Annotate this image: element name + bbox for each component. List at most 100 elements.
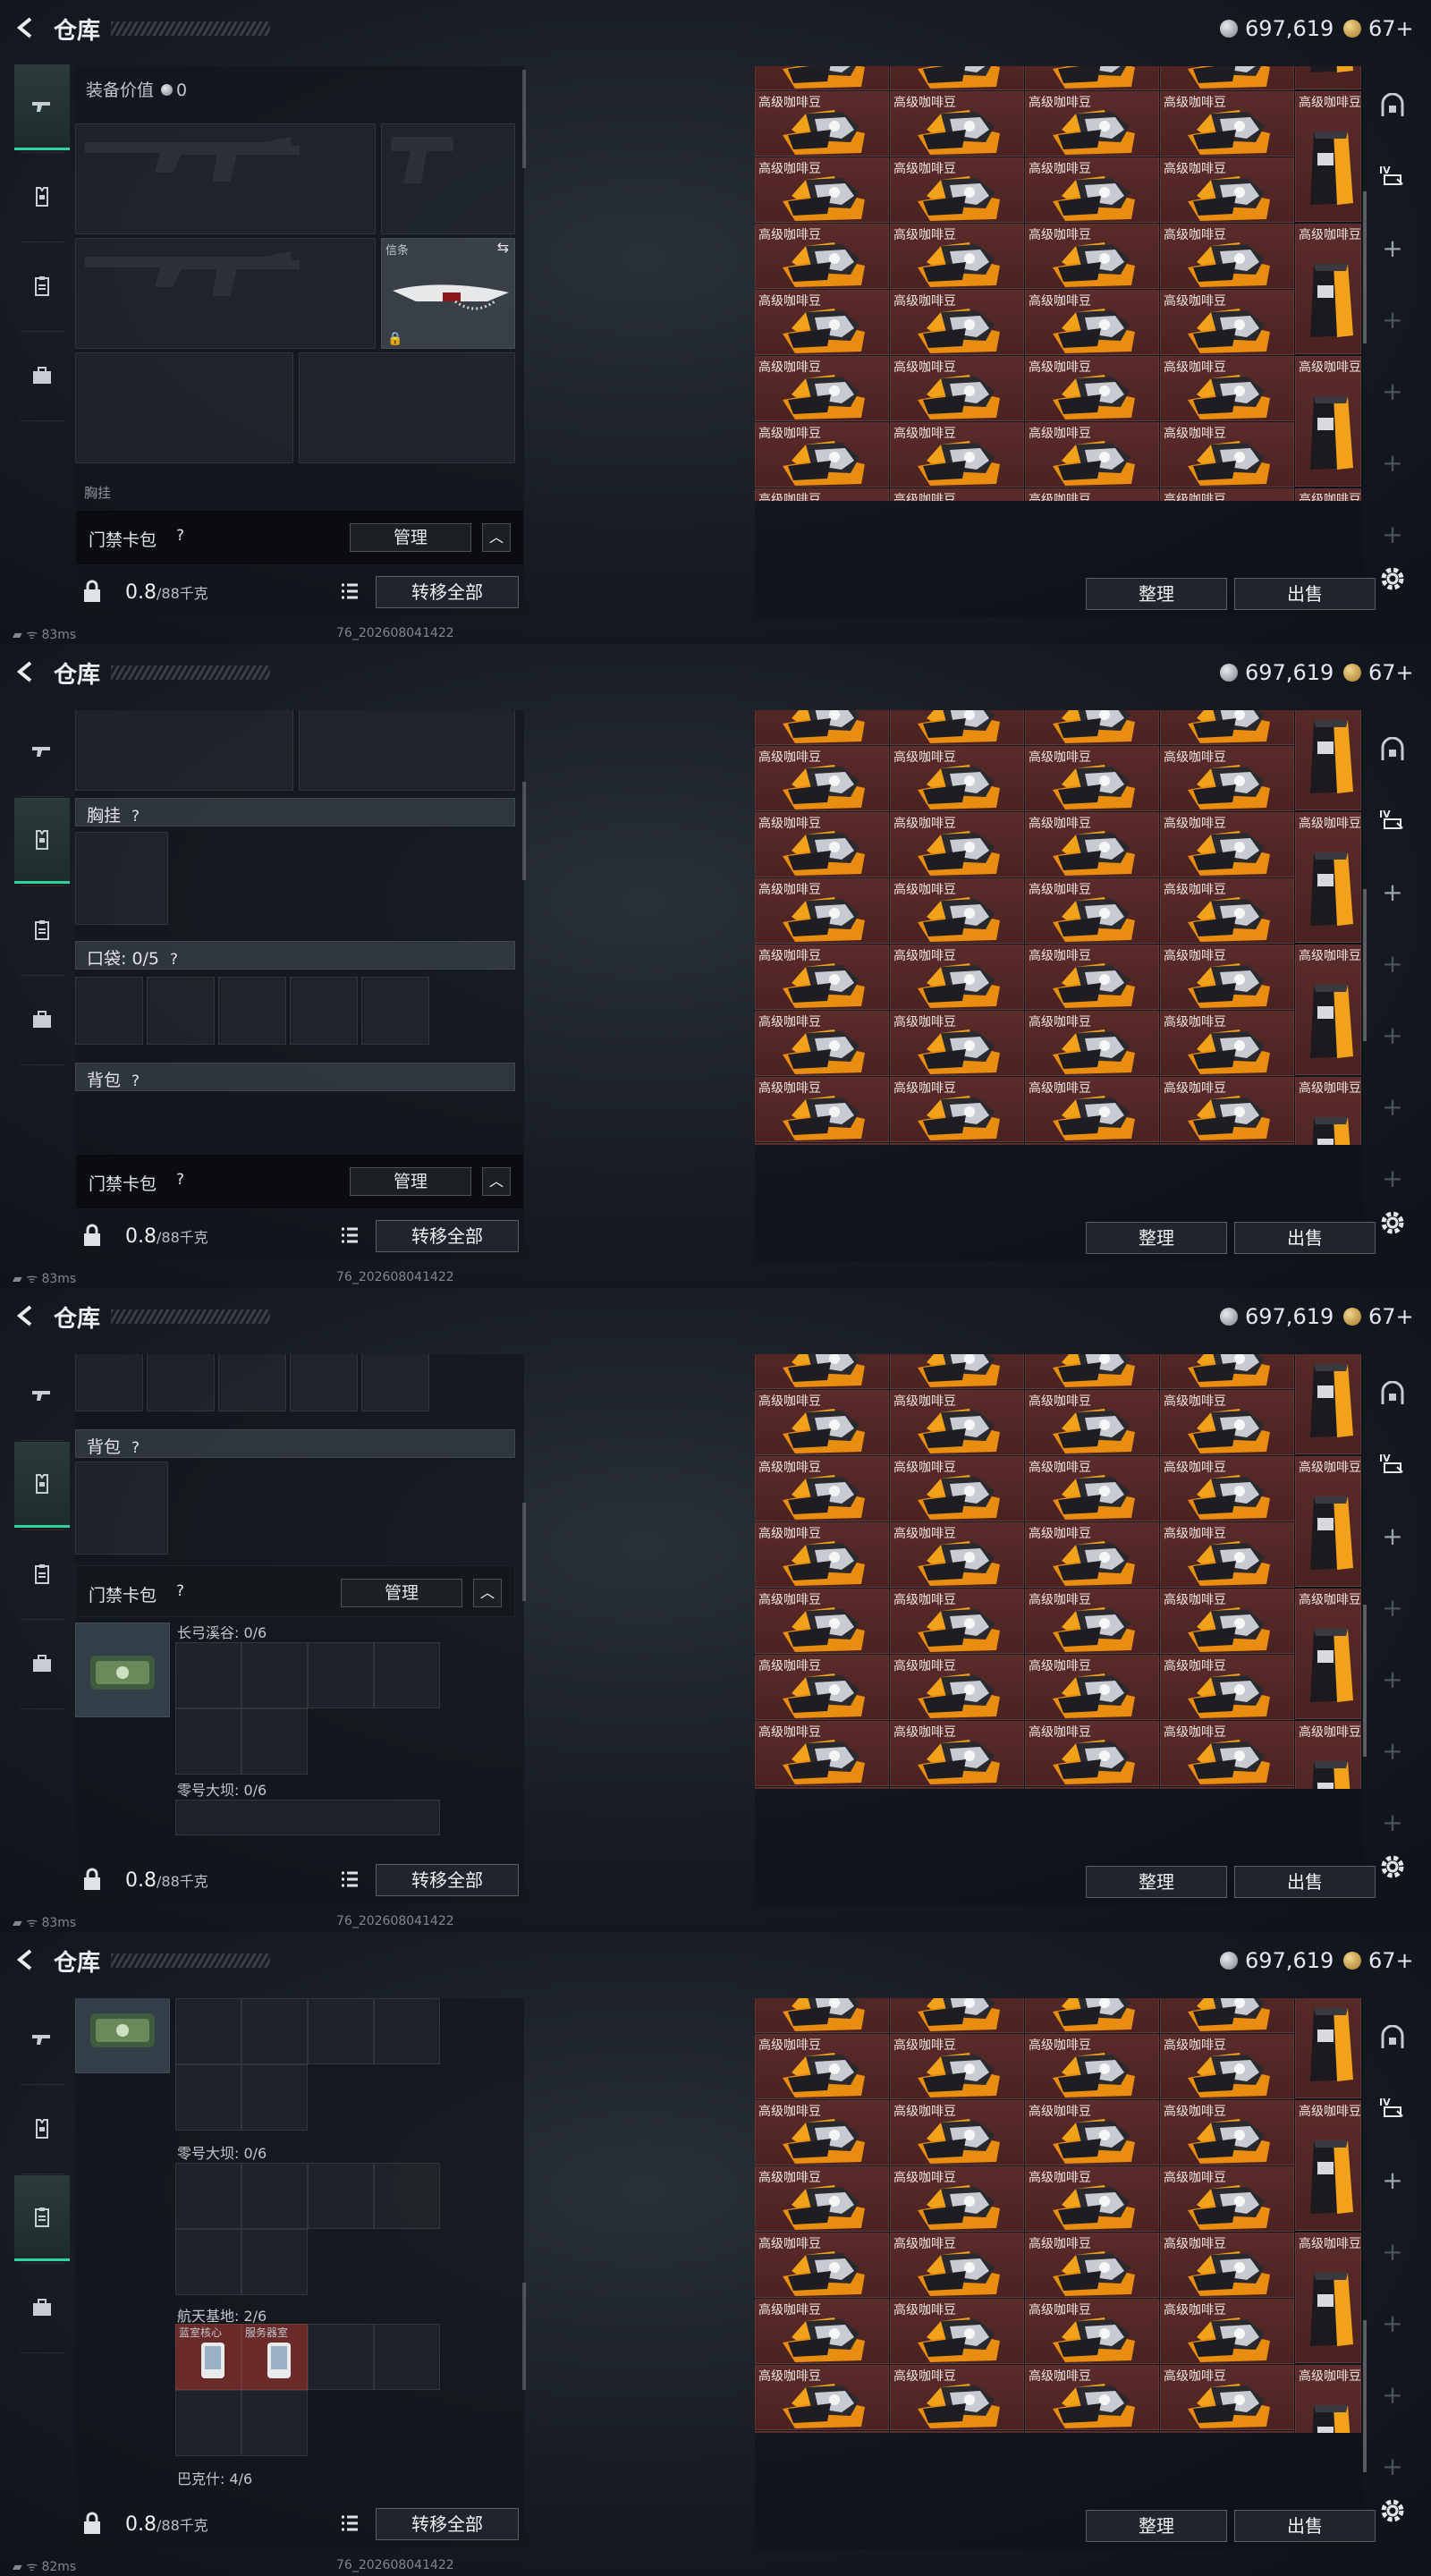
item-cell[interactable]: 高级咖啡豆 <box>1160 2233 1294 2298</box>
tab-storage-main[interactable] <box>1372 730 1413 771</box>
item-cell[interactable]: 高级咖啡豆 <box>755 1456 889 1521</box>
help-icon[interactable]: ? <box>131 808 140 826</box>
item-cell[interactable]: 高级咖啡豆 <box>1160 488 1294 501</box>
loadout-scrollbar[interactable] <box>522 70 526 168</box>
tab-armor[interactable] <box>14 1442 70 1528</box>
item-cell[interactable]: 高级咖啡豆 <box>890 1456 1024 1521</box>
sort-button[interactable]: 整理 <box>1086 1222 1227 1254</box>
item-cell[interactable]: 高级咖啡豆 <box>1160 356 1294 421</box>
item-cell[interactable]: 高级咖啡豆 <box>1160 1354 1294 1389</box>
item-cell[interactable]: 高级咖啡豆 <box>755 422 889 487</box>
transfer-all-button[interactable]: 转移全部 <box>376 576 519 608</box>
tab-storage-iv[interactable]: IV <box>1372 1444 1413 1485</box>
sort-button[interactable]: 整理 <box>1086 1866 1227 1898</box>
keycard-slot[interactable] <box>175 1998 241 2064</box>
item-cell[interactable]: 高级咖啡豆 <box>755 2166 889 2232</box>
item-cell-tall[interactable]: 高级咖啡豆 <box>1295 91 1361 222</box>
item-cell[interactable]: 高级咖啡豆 <box>755 157 889 223</box>
tab-armor[interactable] <box>14 798 70 884</box>
item-cell[interactable]: 高级咖啡豆 <box>1025 812 1159 877</box>
item-cell[interactable]: 高级咖啡豆 <box>755 1143 889 1145</box>
item-cell[interactable]: 高级咖啡豆 <box>1025 356 1159 421</box>
collapse-button[interactable]: ︿ <box>473 1579 502 1607</box>
item-cell[interactable]: 高级咖啡豆 <box>755 2233 889 2298</box>
keycard-slot[interactable] <box>374 2324 440 2390</box>
item-cell[interactable]: 高级咖啡豆 <box>755 2034 889 2099</box>
item-cell[interactable]: 高级咖啡豆 <box>1025 1390 1159 1455</box>
item-cell[interactable]: 高级咖啡豆 <box>890 91 1024 157</box>
item-cell[interactable]: 高级咖啡豆 <box>890 1998 1024 2033</box>
add-storage-button[interactable]: + <box>1372 370 1413 411</box>
item-cell-tall[interactable]: 高级咖啡豆 <box>1295 1354 1361 1454</box>
keycard-slot[interactable] <box>241 1998 308 2064</box>
add-storage-button[interactable]: + <box>1372 227 1413 268</box>
storage-scrollbar[interactable] <box>1363 889 1367 1041</box>
item-cell[interactable]: 高级咖啡豆 <box>1025 2166 1159 2232</box>
loadout-scrollbar[interactable] <box>522 782 526 880</box>
item-cell[interactable]: 高级咖啡豆 <box>890 2365 1024 2430</box>
item-cell[interactable]: 高级咖啡豆 <box>1025 1354 1159 1389</box>
add-storage-button[interactable]: + <box>1372 1157 1413 1199</box>
tab-armor[interactable] <box>14 2086 70 2172</box>
item-cell[interactable]: 高级咖啡豆 <box>890 878 1024 944</box>
item-cell[interactable]: 高级咖啡豆 <box>1160 2166 1294 2232</box>
tab-weapons[interactable] <box>14 1352 70 1438</box>
tab-case[interactable] <box>14 1621 70 1707</box>
tab-storage-main[interactable] <box>1372 86 1413 127</box>
item-cell[interactable]: 高级咖啡豆 <box>1025 1998 1159 2033</box>
tab-storage-main[interactable] <box>1372 2018 1413 2059</box>
item-cell[interactable]: 高级咖啡豆 <box>890 2166 1024 2232</box>
sell-button[interactable]: 出售 <box>1234 1222 1376 1254</box>
item-cell-tall[interactable]: 高级咖啡豆 <box>1295 1456 1361 1587</box>
sell-button[interactable]: 出售 <box>1234 578 1376 610</box>
keycard-slot[interactable] <box>175 1708 241 1775</box>
item-cell[interactable]: 高级咖啡豆 <box>890 710 1024 745</box>
keycard-case-slot[interactable] <box>75 1623 170 1717</box>
item-cell[interactable]: 高级咖啡豆 <box>755 2299 889 2364</box>
list-icon[interactable] <box>340 1869 360 1889</box>
gold-currency[interactable]: 67+ <box>1343 16 1414 41</box>
item-cell-tall[interactable]: 高级咖啡豆 <box>1295 1998 1361 2098</box>
item-cell[interactable]: 高级咖啡豆 <box>890 2100 1024 2165</box>
collapse-button[interactable]: ︿ <box>482 523 511 552</box>
item-cell[interactable]: 高级咖啡豆 <box>1160 1998 1294 2033</box>
storage-scrollbar[interactable] <box>1363 2320 1367 2472</box>
secondary-weapon-slot[interactable] <box>75 238 376 349</box>
settings-gear-icon[interactable] <box>1377 1208 1408 1238</box>
item-cell[interactable]: 高级咖啡豆 <box>1160 91 1294 157</box>
item-cell[interactable]: 高级咖啡豆 <box>1025 422 1159 487</box>
back-arrow-icon[interactable] <box>14 1948 38 1971</box>
armor-slot[interactable] <box>299 352 515 463</box>
add-storage-button[interactable]: + <box>1372 1658 1413 1699</box>
item-cell[interactable]: 高级咖啡豆 <box>890 945 1024 1010</box>
item-cell[interactable]: 高级咖啡豆 <box>1160 2034 1294 2099</box>
item-cell[interactable]: 高级咖啡豆 <box>755 710 889 745</box>
list-icon[interactable] <box>340 2513 360 2533</box>
item-cell[interactable]: 高级咖啡豆 <box>890 356 1024 421</box>
item-cell[interactable]: 高级咖啡豆 <box>755 1390 889 1455</box>
settings-gear-icon[interactable] <box>1377 564 1408 594</box>
collapse-button[interactable]: ︿ <box>482 1167 511 1196</box>
keycard-slot[interactable] <box>241 2390 308 2456</box>
help-icon[interactable]: ? <box>176 1171 184 1189</box>
item-cell[interactable]: 高级咖啡豆 <box>1025 1655 1159 1720</box>
item-cell[interactable]: 高级咖啡豆 <box>1160 1077 1294 1142</box>
item-cell[interactable]: 高级咖啡豆 <box>1160 1143 1294 1145</box>
item-cell[interactable]: 高级咖啡豆 <box>1025 1721 1159 1786</box>
primary-weapon-slot[interactable] <box>75 123 376 234</box>
item-cell[interactable]: 高级咖啡豆 <box>1160 2431 1294 2433</box>
item-cell[interactable]: 高级咖啡豆 <box>755 2100 889 2165</box>
item-cell[interactable]: 高级咖啡豆 <box>755 812 889 877</box>
storage-scrollbar[interactable] <box>1363 1605 1367 1757</box>
manage-button[interactable]: 管理 <box>341 1579 462 1607</box>
item-cell[interactable]: 高级咖啡豆 <box>1025 66 1159 90</box>
help-icon[interactable]: ? <box>170 951 178 969</box>
help-icon[interactable]: ? <box>176 527 184 545</box>
item-cell[interactable]: 高级咖啡豆 <box>1160 2299 1294 2364</box>
sort-button[interactable]: 整理 <box>1086 2510 1227 2542</box>
item-cell[interactable]: 高级咖啡豆 <box>1025 224 1159 289</box>
item-cell[interactable]: 高级咖啡豆 <box>755 290 889 355</box>
item-cell[interactable]: 高级咖啡豆 <box>890 812 1024 877</box>
back-arrow-icon[interactable] <box>14 16 38 39</box>
item-cell[interactable]: 高级咖啡豆 <box>1025 1011 1159 1076</box>
